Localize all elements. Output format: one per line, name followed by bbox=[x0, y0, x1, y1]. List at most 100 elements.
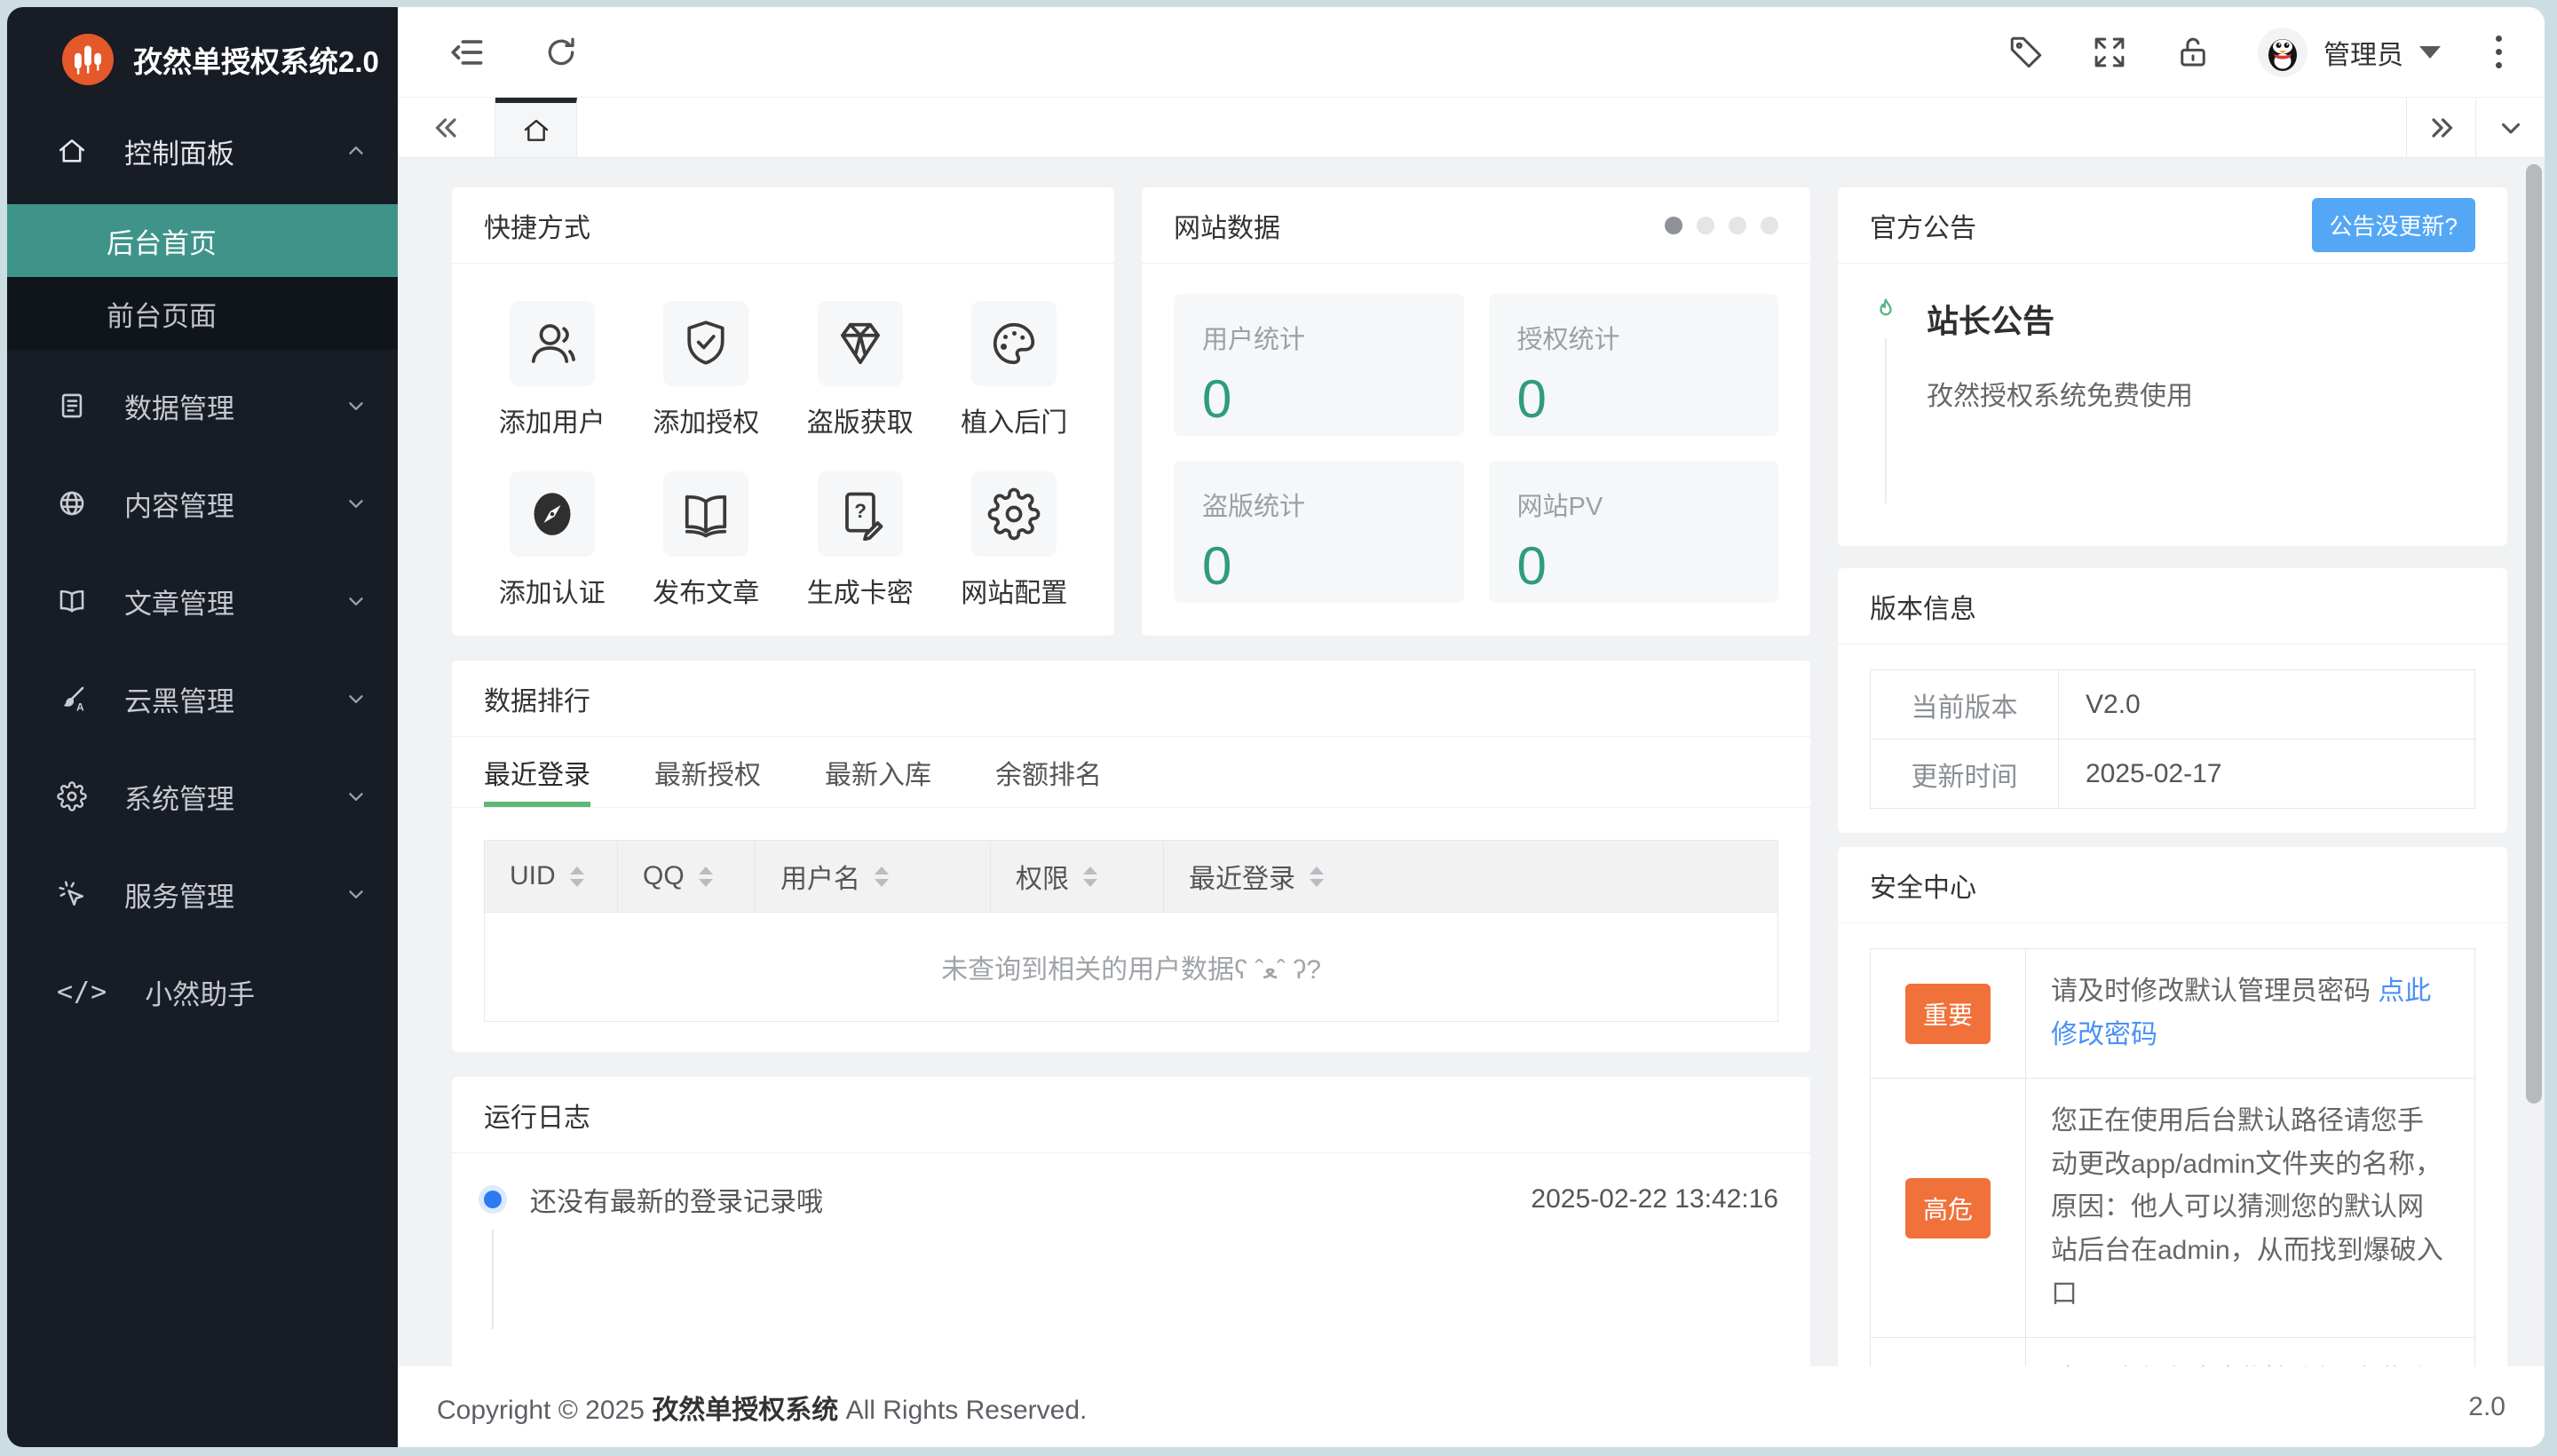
carousel-dot-2[interactable] bbox=[1697, 216, 1714, 234]
sidebar-item-content-management[interactable]: 内容管理 bbox=[7, 455, 398, 552]
palette-icon bbox=[971, 301, 1057, 386]
open-book-icon bbox=[663, 471, 749, 557]
column-header-username[interactable]: 用户名 bbox=[756, 841, 991, 912]
announcement-post-body: 孜然授权系统免费使用 bbox=[1927, 382, 2193, 411]
sidebar-item-data-management[interactable]: 数据管理 bbox=[7, 357, 398, 455]
shortcut-publish-article[interactable]: 发布文章 bbox=[653, 471, 759, 610]
sidebar: 孜然单授权系统2.0 控制面板 后台首页 前台页面 数据管理 内容管理 文章管理… bbox=[7, 7, 398, 1447]
tab-home[interactable] bbox=[495, 98, 577, 157]
stat-value: 0 bbox=[1516, 369, 1547, 429]
chevron-down-icon bbox=[344, 785, 368, 808]
card-title: 运行日志 bbox=[452, 1077, 1810, 1153]
table-row: 重要 请及时修改默认管理员密码 点此修改密码 bbox=[1870, 947, 2475, 1080]
tabs-menu-button[interactable] bbox=[2475, 98, 2545, 157]
shortcut-add-authorization[interactable]: 添加授权 bbox=[653, 301, 759, 439]
fullscreen-icon[interactable] bbox=[2091, 34, 2128, 71]
carousel-dot-1[interactable] bbox=[1665, 216, 1682, 234]
chevron-down-icon bbox=[344, 882, 368, 906]
gear-icon bbox=[971, 471, 1057, 557]
card-title: 快捷方式 bbox=[452, 187, 1114, 264]
column-header-uid[interactable]: UID bbox=[485, 841, 618, 912]
tabs-scroll-left-button[interactable] bbox=[398, 98, 495, 157]
version-info-card: 版本信息 当前版本 V2.0 更新时间 2025-02-17 bbox=[1838, 568, 2507, 833]
sidebar-item-article-management[interactable]: 文章管理 bbox=[7, 552, 398, 650]
sidebar-subitem-frontend-page[interactable]: 前台页面 bbox=[7, 277, 398, 350]
timeline-line bbox=[492, 1230, 494, 1329]
more-menu-icon[interactable] bbox=[2487, 32, 2511, 72]
tab-balance-ranking[interactable]: 余额排名 bbox=[995, 737, 1102, 807]
tag-icon[interactable] bbox=[2007, 34, 2045, 71]
sidebar-subitem-backend-home[interactable]: 后台首页 bbox=[7, 204, 398, 277]
sort-icon bbox=[1083, 866, 1097, 887]
sidebar-item-assistant[interactable]: </> 小然助手 bbox=[7, 943, 398, 1041]
compass-icon bbox=[509, 471, 595, 557]
logo: 孜然单授权系统2.0 bbox=[7, 7, 398, 108]
stat-value: 0 bbox=[1202, 369, 1232, 429]
stat-authorizations: 授权统计 0 bbox=[1488, 294, 1778, 436]
carousel-dots bbox=[1665, 216, 1778, 234]
shortcut-add-user[interactable]: 添加用户 bbox=[499, 301, 606, 439]
card-title: 版本信息 bbox=[1838, 568, 2507, 645]
shortcut-implant-backdoor[interactable]: 植入后门 bbox=[961, 301, 1067, 439]
tab-bar bbox=[398, 98, 2545, 158]
carousel-dot-3[interactable] bbox=[1729, 216, 1746, 234]
sidebar-item-control-panel[interactable]: 控制面板 bbox=[7, 108, 398, 194]
security-center-card: 安全中心 重要 请及时修改默认管理员密码 点此修改密码 高危 您正在使用后台默认… bbox=[1838, 847, 2507, 1447]
ranking-table: UID QQ 用户名 权限 最近登录 未查询到相关的用户数据ʕ ˆﻌˆ ʔ? bbox=[484, 840, 1778, 1022]
code-icon: </> bbox=[57, 976, 108, 1008]
refresh-icon[interactable] bbox=[543, 35, 579, 70]
app-title: 孜然单授权系统2.0 bbox=[133, 45, 379, 78]
caret-down-icon bbox=[2419, 45, 2441, 59]
footer: Copyright © 2025 孜然单授权系统 All Rights Rese… bbox=[398, 1366, 2545, 1447]
timeline-dot bbox=[484, 1191, 502, 1208]
stat-pv: 网站PV 0 bbox=[1488, 461, 1778, 603]
card-title: 网站数据 bbox=[1174, 213, 1280, 243]
svg-text:A: A bbox=[76, 700, 84, 713]
card-title: 官方公告 bbox=[1870, 213, 1976, 243]
log-entry: 还没有最新的登录记录哦 2025-02-22 13:42:16 bbox=[484, 1180, 1778, 1219]
sort-icon bbox=[875, 866, 889, 887]
sidebar-item-cloud-blacklist[interactable]: A 云黑管理 bbox=[7, 650, 398, 748]
globe-icon bbox=[57, 488, 87, 518]
tab-recent-login[interactable]: 最近登录 bbox=[484, 737, 590, 807]
shield-check-icon bbox=[663, 301, 749, 386]
table-row: 高危 您正在使用后台默认路径请您手动更改app/admin文件夹的名称，原因：他… bbox=[1870, 1078, 2475, 1339]
chevron-down-icon bbox=[344, 590, 368, 613]
home-icon bbox=[57, 136, 87, 166]
table-row: 更新时间 2025-02-17 bbox=[1870, 739, 2475, 809]
chevron-down-icon bbox=[344, 394, 368, 417]
collapse-sidebar-button[interactable] bbox=[447, 33, 487, 72]
sort-icon bbox=[1310, 866, 1324, 887]
column-header-qq[interactable]: QQ bbox=[618, 841, 756, 912]
lock-icon[interactable] bbox=[2174, 34, 2212, 71]
sidebar-nav: 数据管理 内容管理 文章管理 A 云黑管理 系统管理 服务管理 </> 小然助手 bbox=[7, 357, 398, 1041]
announcement-post-title: 站长公告 bbox=[1927, 303, 2055, 339]
stat-users: 用户统计 0 bbox=[1174, 294, 1464, 436]
tabs-scroll-right-button[interactable] bbox=[2406, 98, 2475, 157]
sidebar-item-service-management[interactable]: 服务管理 bbox=[7, 845, 398, 943]
data-ranking-card: 数据排行 最近登录 最新授权 最新入库 余额排名 UID QQ 用户名 权限 最… bbox=[452, 661, 1810, 1052]
shortcut-pirate-fetch[interactable]: 盗版获取 bbox=[807, 301, 914, 439]
carousel-dot-4[interactable] bbox=[1761, 216, 1778, 234]
main-area: 管理员 快捷方式 添加用户 添加授权 盗版获取 植入后门 添加认证 发布文章 ?… bbox=[398, 7, 2545, 1447]
announcement-refresh-button[interactable]: 公告没更新? bbox=[2311, 198, 2475, 252]
column-header-permission[interactable]: 权限 bbox=[991, 841, 1164, 912]
stat-pirated: 盗版统计 0 bbox=[1174, 461, 1464, 603]
stat-value: 0 bbox=[1202, 536, 1232, 596]
shortcut-add-certification[interactable]: 添加认证 bbox=[499, 471, 606, 610]
control-panel-submenu: 后台首页 前台页面 bbox=[7, 204, 398, 350]
shortcut-site-config[interactable]: 网站配置 bbox=[961, 471, 1067, 610]
tab-latest-authorization[interactable]: 最新授权 bbox=[654, 737, 761, 807]
site-data-card: 网站数据 用户统计 0 授权统计 0 盗版统计 0 网站PV 0 bbox=[1142, 187, 1810, 636]
empty-state-text: 未查询到相关的用户数据ʕ ˆﻌˆ ʔ? bbox=[941, 955, 1321, 985]
tab-latest-storage[interactable]: 最新入库 bbox=[825, 737, 931, 807]
sidebar-item-system-management[interactable]: 系统管理 bbox=[7, 748, 398, 845]
user-menu[interactable]: 管理员 bbox=[2258, 27, 2441, 77]
topbar: 管理员 bbox=[398, 7, 2545, 98]
scrollbar-thumb[interactable] bbox=[2526, 164, 2542, 1104]
shortcut-generate-card-key[interactable]: ? 生成卡密 bbox=[807, 471, 914, 610]
column-header-recent-login[interactable]: 最近登录 bbox=[1164, 841, 1777, 912]
timeline-line bbox=[1885, 338, 1887, 503]
sort-icon bbox=[698, 866, 713, 887]
flame-icon bbox=[1871, 296, 1901, 326]
